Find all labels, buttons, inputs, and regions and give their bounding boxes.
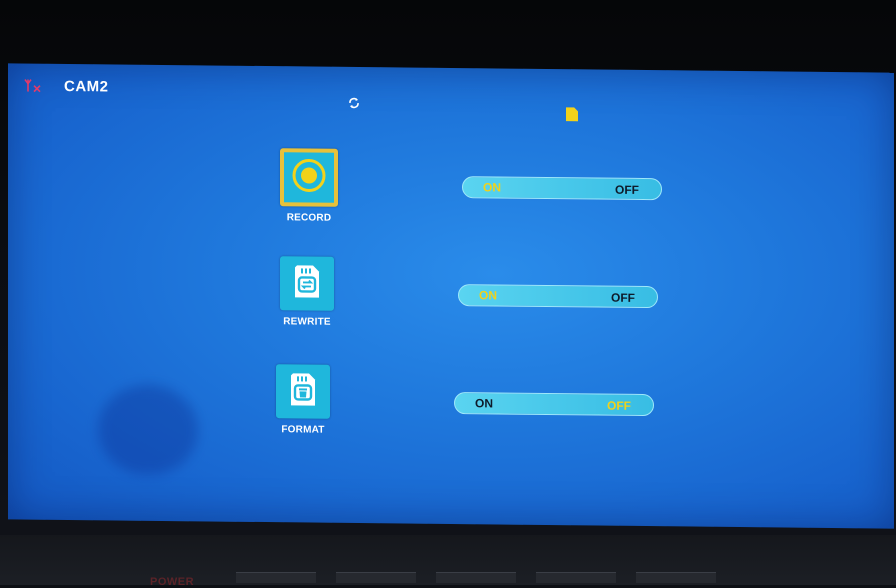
record-toggle-off[interactable]: OFF xyxy=(615,183,639,197)
panel-button[interactable] xyxy=(636,572,716,583)
record-toggle[interactable]: ON OFF xyxy=(462,176,662,200)
rewrite-label: REWRITE xyxy=(262,316,352,328)
status-bar: CAM2 xyxy=(8,63,894,112)
camera-label: CAM2 xyxy=(64,78,109,95)
no-signal-antenna-icon xyxy=(24,78,42,94)
format-tile[interactable] xyxy=(276,364,330,419)
record-label: RECORD xyxy=(264,212,354,224)
rewrite-toggle-on[interactable]: ON xyxy=(479,288,497,302)
format-label: FORMAT xyxy=(258,424,348,436)
record-icon xyxy=(291,157,327,198)
sd-format-icon xyxy=(287,371,319,412)
panel-button[interactable] xyxy=(436,572,516,583)
screen-reflection xyxy=(98,384,198,475)
menu-item-rewrite[interactable]: REWRITE xyxy=(262,256,352,328)
loop-record-icon xyxy=(348,97,360,112)
rewrite-toggle-off[interactable]: OFF xyxy=(611,291,635,305)
menu-item-record[interactable]: RECORD xyxy=(264,148,354,224)
sd-rewrite-icon xyxy=(291,263,323,304)
rewrite-toggle[interactable]: ON OFF xyxy=(458,284,658,308)
format-toggle[interactable]: ON OFF xyxy=(454,392,654,416)
rewrite-tile[interactable] xyxy=(280,256,334,311)
menu-item-format[interactable]: FORMAT xyxy=(258,364,348,436)
format-toggle-on[interactable]: ON xyxy=(475,396,493,410)
record-tile[interactable] xyxy=(280,148,338,207)
record-toggle-on[interactable]: ON xyxy=(483,180,501,194)
panel-button[interactable] xyxy=(236,572,316,583)
power-label: POWER xyxy=(150,576,194,588)
panel-button[interactable] xyxy=(336,572,416,583)
format-toggle-off[interactable]: OFF xyxy=(607,399,631,413)
sd-file-icon xyxy=(566,107,578,121)
monitor-screen: CAM2 xyxy=(8,63,894,528)
panel-button[interactable] xyxy=(536,572,616,583)
